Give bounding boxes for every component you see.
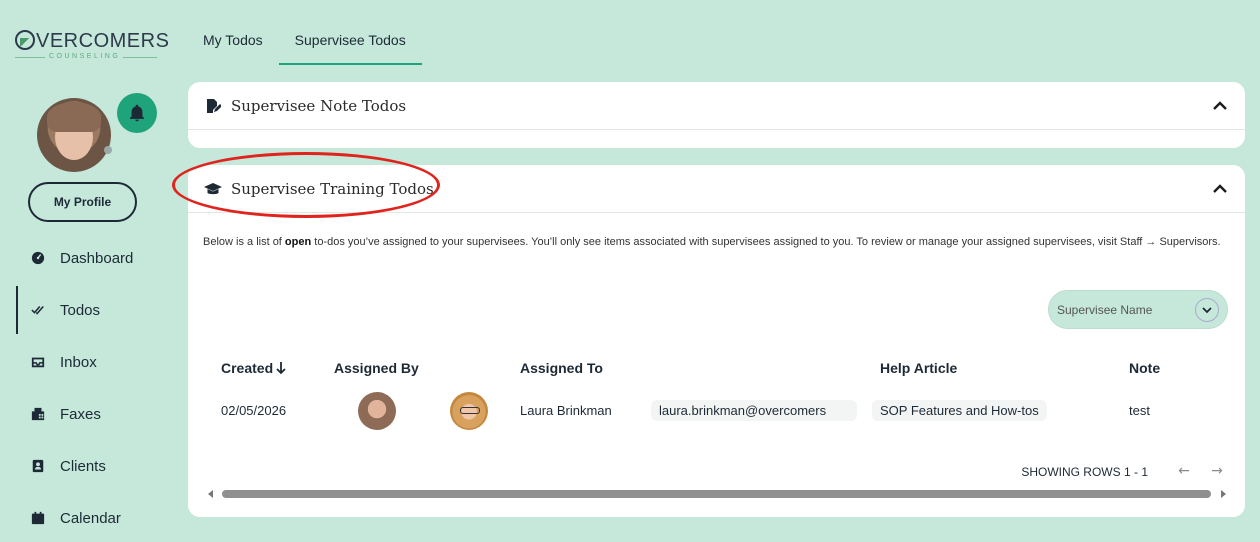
graduation-cap-icon [204,181,222,197]
sidebar-item-label: Dashboard [60,249,134,267]
filter-placeholder: Supervisee Name [1057,302,1153,317]
supervisee-name-filter[interactable]: Supervisee Name [1048,290,1228,329]
tab-my-todos[interactable]: My Todos [187,20,279,65]
sidebar-item-label: Todos [60,301,101,319]
column-header-assigned-to[interactable]: Assigned To [520,360,603,376]
assigned-by-avatar [358,392,396,430]
sidebar-item-faxes[interactable]: Faxes [15,388,175,440]
tab-supervisee-todos[interactable]: Supervisee Todos [278,20,422,65]
calendar-icon [31,511,45,525]
brand-name: VERCOMERS [36,30,170,52]
chevron-up-icon[interactable] [1211,180,1229,198]
status-dot [104,146,112,154]
sidebar-item-todos[interactable]: Todos [15,284,175,336]
todo-tabs: My Todos Supervisee Todos [187,20,422,65]
column-header-note[interactable]: Note [1129,360,1160,376]
dropdown-toggle[interactable] [1195,298,1219,322]
column-header-created[interactable]: Created [221,360,287,376]
supervisee-note-todos-header[interactable]: Supervisee Note Todos [188,82,1245,130]
sidebar-item-dashboard[interactable]: Dashboard [15,232,175,284]
column-header-help-article[interactable]: Help Article [880,360,957,376]
sidebar-item-label: Faxes [60,405,101,423]
check-icon [31,303,45,317]
fax-icon [31,407,45,421]
note-cell: test [1129,403,1150,418]
sidebar-item-calendar[interactable]: Calendar [15,492,175,542]
supervisee-training-todos-card: Supervisee Training Todos Below is a lis… [188,165,1245,517]
card-title: Supervisee Training Todos [231,179,434,198]
edit-document-icon [204,98,222,114]
sort-down-arrow-icon [276,362,286,375]
scroll-left-icon[interactable] [208,490,213,498]
scrollbar-thumb[interactable] [222,490,1211,498]
brand-tagline: COUNSELING [49,53,121,60]
card-title: Supervisee Note Todos [231,96,407,115]
training-todos-description: Below is a list of open to-dos you’ve as… [203,236,1221,248]
supervisee-note-todos-card: Supervisee Note Todos [188,82,1245,148]
logo-mark-icon [15,30,35,50]
brand-logo[interactable]: VERCOMERS COUNSELING [15,28,169,68]
help-article-link[interactable]: SOP Features and How-tos [872,400,1047,421]
assigned-to-email: laura.brinkman@overcomers [651,400,857,421]
sidebar-item-label: Inbox [60,353,97,371]
user-avatar[interactable] [37,98,111,172]
inbox-icon [31,355,45,369]
horizontal-scrollbar[interactable] [208,489,1226,499]
sidebar-item-inbox[interactable]: Inbox [15,336,175,388]
notifications-button[interactable] [117,93,157,133]
arrow-left-icon: ← [1178,463,1190,479]
rows-info: SHOWING ROWS 1 - 1 [1021,465,1148,479]
bell-icon [129,104,145,122]
sidebar-item-clients[interactable]: Clients [15,440,175,492]
chevron-up-icon[interactable] [1211,97,1229,115]
next-page-button[interactable]: → [1209,463,1225,479]
column-header-assigned-by[interactable]: Assigned By [334,360,419,376]
sidebar-item-label: Clients [60,457,106,475]
prev-page-button[interactable]: ← [1176,463,1192,479]
dashboard-icon [31,251,45,265]
sidebar-item-label: Calendar [60,509,121,527]
assigned-to-name: Laura Brinkman [520,403,612,418]
assigned-to-avatar [450,392,488,430]
supervisee-training-todos-header[interactable]: Supervisee Training Todos [188,165,1245,213]
chevron-down-icon [1202,307,1212,314]
arrow-right-icon: → [1211,463,1223,479]
scroll-right-icon[interactable] [1221,490,1226,498]
contacts-icon [31,459,45,473]
my-profile-button[interactable]: My Profile [28,182,137,222]
created-cell: 02/05/2026 [221,403,287,418]
sidebar-nav: Dashboard Todos Inbox Faxes Clients Cale… [15,232,175,542]
